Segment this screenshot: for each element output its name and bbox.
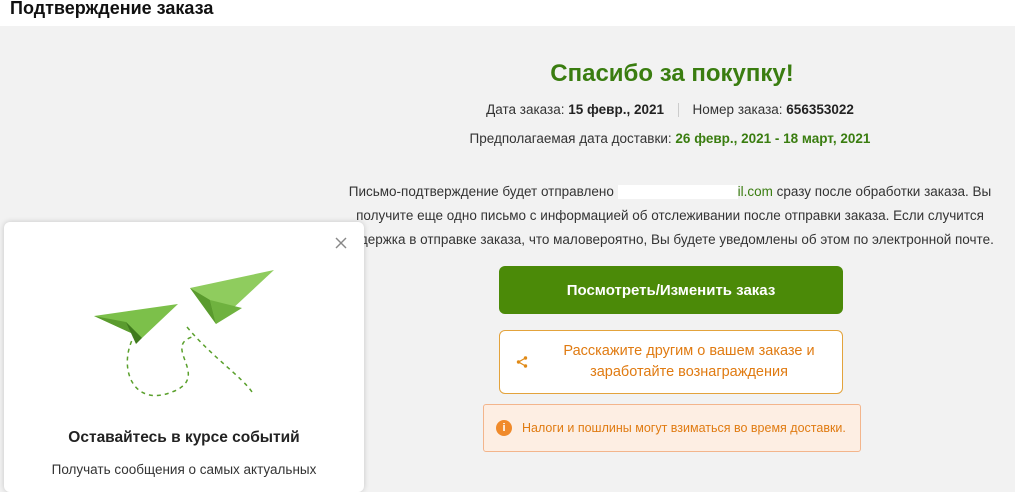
order-date-value: 15 февр., 2021	[568, 102, 664, 117]
order-number-value: 656353022	[786, 102, 854, 117]
newsletter-popup: Оставайтесь в курсе событий Получать соо…	[4, 222, 364, 492]
confirmation-message: Письмо-подтверждение будет отправлено il…	[330, 180, 1010, 252]
delivery-label: Предполагаемая дата доставки:	[469, 131, 672, 146]
view-edit-order-button[interactable]: Посмотреть/Изменить заказ	[499, 266, 843, 314]
delivery-estimate: Предполагаемая дата доставки: 26 февр., …	[440, 131, 900, 146]
share-icon	[500, 356, 544, 368]
notice-text: Налоги и пошлины могут взиматься во врем…	[522, 421, 846, 435]
thank-you-heading: Спасибо за покупку!	[550, 60, 794, 87]
share-order-button[interactable]: Расскажите другим о вашем заказе и зараб…	[499, 330, 843, 394]
top-bar: Подтверждение заказа	[0, 0, 1015, 26]
order-date-label: Дата заказа:	[486, 102, 565, 117]
order-number-label: Номер заказа:	[692, 102, 783, 117]
message-before: Письмо-подтверждение будет отправлено	[348, 184, 618, 199]
info-icon: i	[496, 420, 512, 436]
email-redaction	[617, 185, 738, 200]
delivery-value: 26 февр., 2021 - 18 март, 2021	[675, 131, 871, 146]
divider	[677, 103, 679, 118]
taxes-notice: i Налоги и пошлины могут взиматься во вр…	[483, 404, 861, 452]
page-title: Подтверждение заказа	[10, 0, 214, 18]
order-meta: Дата заказа: 15 февр., 2021 Номер заказа…	[440, 102, 900, 118]
paper-planes-illustration	[92, 262, 282, 417]
close-icon[interactable]	[334, 236, 348, 250]
popup-title: Оставайтесь в курсе событий	[68, 429, 300, 446]
share-text-line1: Расскажите другим о вашем заказе и	[563, 343, 815, 359]
popup-subtitle: Получать сообщения о самых актуальных	[51, 462, 317, 477]
email-link[interactable]: il.com	[738, 184, 773, 199]
share-text: Расскажите другим о вашем заказе и зараб…	[544, 341, 834, 383]
share-text-line2: заработайте вознаграждения	[590, 364, 788, 380]
